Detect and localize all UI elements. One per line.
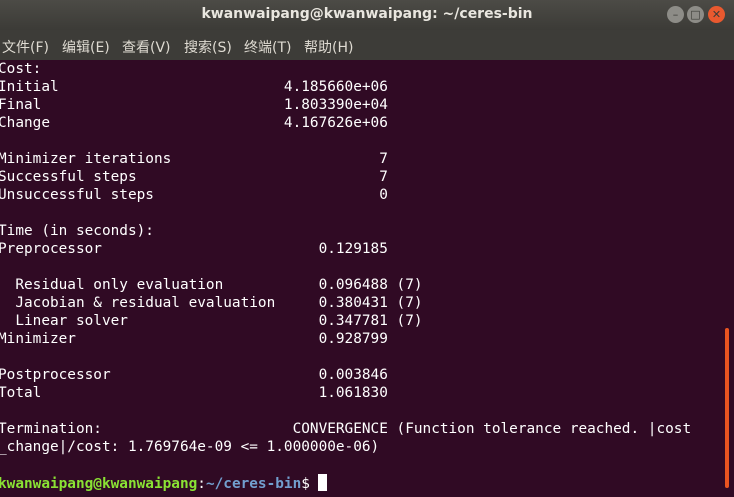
prompt-separator: : bbox=[197, 476, 206, 492]
terminal-output[interactable]: Cost: Initial 4.185660e+06 Final 1.80339… bbox=[0, 60, 724, 497]
scrollbar-thumb[interactable] bbox=[725, 328, 729, 488]
title-bar[interactable]: kwanwaipang@kwanwaipang: ~/ceres-bin – □… bbox=[0, 0, 734, 30]
terminal-window: kwanwaipang@kwanwaipang: ~/ceres-bin – □… bbox=[0, 0, 734, 497]
output-line: Time (in seconds): bbox=[0, 223, 154, 239]
output-line: Minimizer iterations 7 bbox=[0, 151, 388, 167]
menu-help[interactable]: 帮助(H) bbox=[304, 37, 353, 57]
prompt-user-host: kwanwaipang@kwanwaipang bbox=[0, 476, 198, 492]
output-line: _change|/cost: 1.769764e-09 <= 1.000000e… bbox=[0, 439, 380, 455]
output-line: Residual only evaluation 0.096488 (7) bbox=[0, 277, 423, 293]
output-line: Termination: CONVERGENCE (Function toler… bbox=[0, 421, 692, 437]
output-line: Successful steps 7 bbox=[0, 169, 388, 185]
menu-search[interactable]: 搜索(S) bbox=[184, 37, 232, 57]
menu-edit[interactable]: 编辑(E) bbox=[62, 37, 110, 57]
output-line: Unsuccessful steps 0 bbox=[0, 187, 388, 203]
output-line: Final 1.803390e+04 bbox=[0, 97, 388, 113]
menu-terminal[interactable]: 终端(T) bbox=[244, 37, 291, 57]
output-line: Postprocessor 0.003846 bbox=[0, 367, 388, 383]
menu-view[interactable]: 查看(V) bbox=[122, 37, 171, 57]
menu-bar: 文件(F) 编辑(E) 查看(V) 搜索(S) 终端(T) 帮助(H) bbox=[0, 30, 734, 60]
window-title: kwanwaipang@kwanwaipang: ~/ceres-bin bbox=[201, 6, 533, 22]
output-line: Linear solver 0.347781 (7) bbox=[0, 313, 423, 329]
prompt-path: ~/ceres-bin bbox=[205, 476, 302, 492]
output-line: Minimizer 0.928799 bbox=[0, 331, 388, 347]
output-line: Total 1.061830 bbox=[0, 385, 388, 401]
output-line: Jacobian & residual evaluation 0.380431 … bbox=[0, 295, 423, 311]
close-button[interactable]: ✕ bbox=[708, 6, 725, 23]
command-prompt[interactable]: kwanwaipang@kwanwaipang:~/ceres-bin$ bbox=[0, 474, 327, 492]
output-line: Cost: bbox=[0, 61, 42, 77]
output-line: Change 4.167626e+06 bbox=[0, 115, 388, 131]
menu-file[interactable]: 文件(F) bbox=[2, 37, 49, 57]
maximize-button[interactable]: □ bbox=[687, 6, 704, 23]
prompt-symbol: $ bbox=[301, 476, 310, 492]
output-line: Initial 4.185660e+06 bbox=[0, 79, 388, 95]
minimize-button[interactable]: – bbox=[667, 6, 684, 23]
output-line: Preprocessor 0.129185 bbox=[0, 241, 388, 257]
text-cursor bbox=[317, 474, 327, 491]
